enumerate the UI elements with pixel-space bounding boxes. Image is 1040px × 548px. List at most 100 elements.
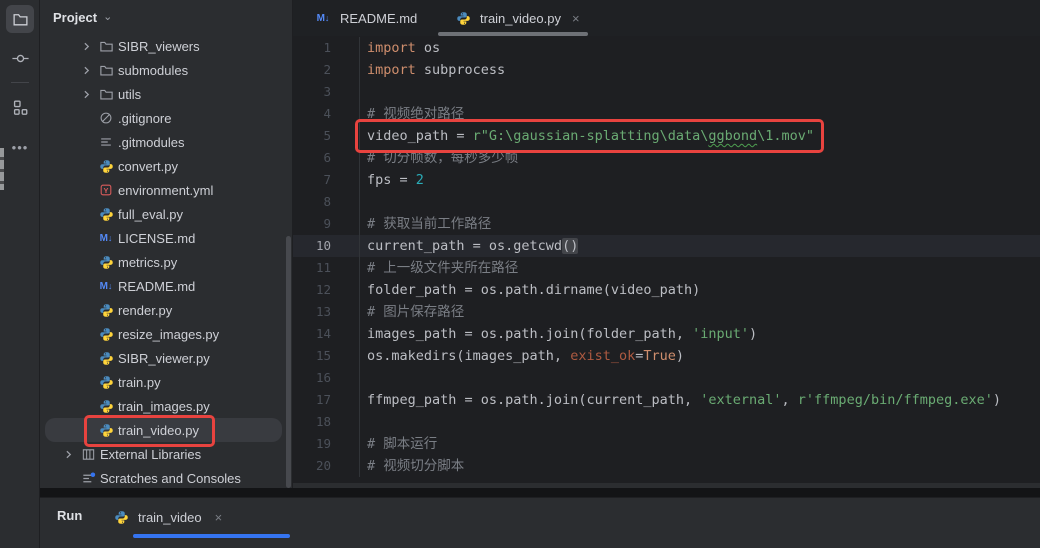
- chevron-spacer: [76, 230, 96, 246]
- code-line-9[interactable]: 9# 获取当前工作路径: [293, 213, 1040, 235]
- chevron-spacer: [76, 134, 96, 150]
- tree-item-external-libraries[interactable]: External Libraries: [40, 442, 292, 466]
- project-tool-button[interactable]: [6, 5, 34, 33]
- folder-icon: [12, 11, 29, 28]
- chevron-spacer: [76, 326, 96, 342]
- code-area[interactable]: 1import os2import subprocess34# 视频绝对路径5v…: [293, 37, 1040, 477]
- chevron-spacer: [58, 470, 78, 486]
- code-line-14[interactable]: 14images_path = os.path.join(folder_path…: [293, 323, 1040, 345]
- tree-item-resize-images-py[interactable]: resize_images.py: [40, 322, 292, 346]
- project-scrollbar[interactable]: [286, 236, 291, 488]
- line-number: 20: [293, 455, 360, 477]
- tree-item-license-md[interactable]: M↓LICENSE.md: [40, 226, 292, 250]
- code-line-13[interactable]: 13# 图片保存路径: [293, 301, 1040, 323]
- code-line-3[interactable]: 3: [293, 81, 1040, 103]
- tree-item-label: LICENSE.md: [118, 231, 195, 246]
- tree-item-train-video-py[interactable]: train_video.py: [40, 418, 292, 442]
- python-icon: [96, 206, 116, 222]
- svg-text:Y: Y: [104, 186, 109, 195]
- tree-item-label: README.md: [118, 279, 195, 294]
- tree-item-train-images-py[interactable]: train_images.py: [40, 394, 292, 418]
- code-text: ffmpeg_path = os.path.join(current_path,…: [360, 389, 1001, 411]
- editor[interactable]: M↓README.md train_video.py× 1import os2im…: [293, 0, 1040, 483]
- tree-item-train-py[interactable]: train.py: [40, 370, 292, 394]
- tree-item-full-eval-py[interactable]: full_eval.py: [40, 202, 292, 226]
- run-tab-train-video[interactable]: train_video ×: [103, 500, 230, 534]
- project-panel-header[interactable]: Project ⌄: [40, 0, 292, 34]
- line-number: 6: [293, 147, 360, 169]
- tree-item--gitignore[interactable]: .gitignore: [40, 106, 292, 130]
- chevron-right-icon[interactable]: [76, 86, 96, 102]
- chevron-right-icon[interactable]: [58, 446, 78, 462]
- code-line-2[interactable]: 2import subprocess: [293, 59, 1040, 81]
- code-line-17[interactable]: 17ffmpeg_path = os.path.join(current_pat…: [293, 389, 1040, 411]
- folder-icon: [96, 62, 116, 78]
- commit-tool-button[interactable]: [6, 44, 34, 72]
- code-line-6[interactable]: 6# 切分帧数，每秒多少帧: [293, 147, 1040, 169]
- code-line-11[interactable]: 11# 上一级文件夹所在路径: [293, 257, 1040, 279]
- code-line-5[interactable]: 5video_path = r"G:\gaussian-splatting\da…: [293, 125, 1040, 147]
- chevron-spacer: [76, 254, 96, 270]
- code-text: # 上一级文件夹所在路径: [360, 257, 518, 279]
- close-icon[interactable]: ×: [215, 510, 223, 525]
- chevron-spacer: [76, 422, 96, 438]
- python-icon: [96, 326, 116, 342]
- tree-item-readme-md[interactable]: M↓README.md: [40, 274, 292, 298]
- code-line-15[interactable]: 15os.makedirs(images_path, exist_ok=True…: [293, 345, 1040, 367]
- chevron-right-icon[interactable]: [76, 38, 96, 54]
- code-text: # 脚本运行: [360, 433, 437, 455]
- more-icon: •••: [12, 140, 29, 155]
- tree-item-sibr-viewer-py[interactable]: SIBR_viewer.py: [40, 346, 292, 370]
- code-line-19[interactable]: 19# 脚本运行: [293, 433, 1040, 455]
- markdown-icon: M↓: [96, 278, 116, 294]
- chevron-spacer: [76, 374, 96, 390]
- tree-item-label: utils: [118, 87, 141, 102]
- tree-item-label: SIBR_viewer.py: [118, 351, 210, 366]
- editor-tab-readme-md[interactable]: M↓README.md: [303, 0, 427, 36]
- python-icon: [96, 374, 116, 390]
- tree-item-label: convert.py: [118, 159, 178, 174]
- code-line-8[interactable]: 8: [293, 191, 1040, 213]
- tree-item-utils[interactable]: utils: [40, 82, 292, 106]
- python-icon: [96, 302, 116, 318]
- code-line-7[interactable]: 7fps = 2: [293, 169, 1040, 191]
- tree-item-metrics-py[interactable]: metrics.py: [40, 250, 292, 274]
- tree-item-label: resize_images.py: [118, 327, 219, 342]
- code-line-10[interactable]: 10current_path = os.getcwd(): [293, 235, 1040, 257]
- tree-item-render-py[interactable]: render.py: [40, 298, 292, 322]
- python-icon: [96, 254, 116, 270]
- tree-item-label: train.py: [118, 375, 161, 390]
- tree-item--gitmodules[interactable]: .gitmodules: [40, 130, 292, 154]
- editor-tab-label: README.md: [340, 11, 417, 26]
- tree-item-submodules[interactable]: submodules: [40, 58, 292, 82]
- commit-icon: [11, 49, 30, 68]
- tree-item-label: SIBR_viewers: [118, 39, 200, 54]
- line-number: 17: [293, 389, 360, 411]
- tree-item-convert-py[interactable]: convert.py: [40, 154, 292, 178]
- code-line-18[interactable]: 18: [293, 411, 1040, 433]
- code-text: images_path = os.path.join(folder_path, …: [360, 323, 757, 345]
- tree-item-sibr-viewers[interactable]: SIBR_viewers: [40, 34, 292, 58]
- editor-tab-train-video-py[interactable]: train_video.py×: [443, 0, 590, 36]
- code-line-12[interactable]: 12folder_path = os.path.dirname(video_pa…: [293, 279, 1040, 301]
- chevron-spacer: [76, 398, 96, 414]
- code-line-1[interactable]: 1import os: [293, 37, 1040, 59]
- code-text: current_path = os.getcwd(): [360, 235, 578, 257]
- structure-tool-button[interactable]: [6, 93, 34, 121]
- chevron-right-icon[interactable]: [76, 62, 96, 78]
- tree-item-label: .gitignore: [118, 111, 171, 126]
- project-tree: SIBR_viewers submodules utils .gitignore .gi…: [40, 34, 292, 490]
- code-text: folder_path = os.path.dirname(video_path…: [360, 279, 700, 301]
- tree-item-environment-yml[interactable]: Yenvironment.yml: [40, 178, 292, 202]
- more-tool-windows-button[interactable]: •••: [0, 140, 40, 155]
- tree-item-label: Scratches and Consoles: [100, 471, 241, 486]
- code-line-4[interactable]: 4# 视频绝对路径: [293, 103, 1040, 125]
- code-line-20[interactable]: 20# 视频切分脚本: [293, 455, 1040, 477]
- ide-window: ••• Project ⌄ SIBR_viewers submodules util…: [0, 0, 1040, 548]
- tree-item-scratches-and-consoles[interactable]: Scratches and Consoles: [40, 466, 292, 490]
- chevron-spacer: [76, 110, 96, 126]
- code-line-16[interactable]: 16: [293, 367, 1040, 389]
- code-text: fps = 2: [360, 169, 424, 191]
- python-icon: [111, 509, 131, 525]
- close-icon[interactable]: ×: [572, 11, 580, 26]
